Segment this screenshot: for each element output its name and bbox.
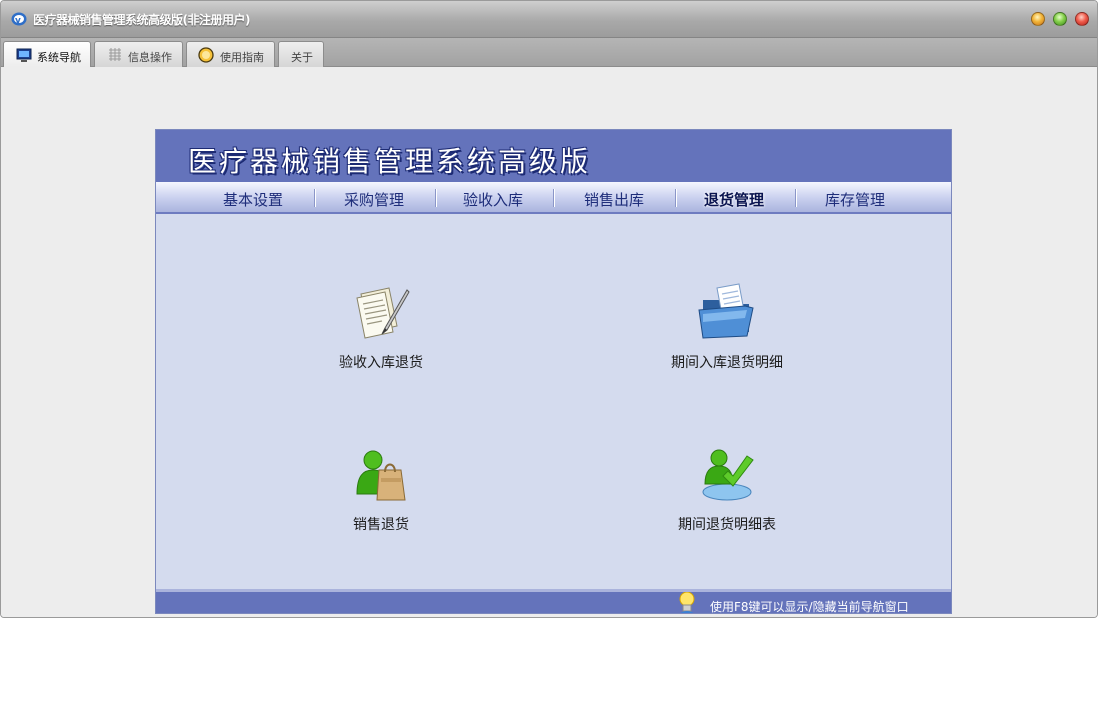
title-bar[interactable]: y 医疗器械销售管理系统高级版(非注册用户) xyxy=(1,1,1097,38)
tab-label: 信息操作 xyxy=(128,51,172,64)
menu-item-returns[interactable]: 退货管理 xyxy=(704,189,764,210)
navigation-panel: 医疗器械销售管理系统高级版 基本设置 采购管理 验收入库 销售出库 退货管理 库… xyxy=(155,129,952,614)
nav-period-return-detail[interactable]: 期间退货明细表 xyxy=(627,442,827,534)
tab-system-navigation[interactable]: 系统导航 xyxy=(3,41,91,68)
footer-bar: 使用F8键可以显示/隐藏当前导航窗口 xyxy=(156,589,951,614)
window-title: 医疗器械销售管理系统高级版(非注册用户) xyxy=(33,13,250,27)
tab-user-guide[interactable]: 使用指南 xyxy=(186,41,275,67)
document-pen-icon xyxy=(356,287,410,339)
menu-separator xyxy=(314,189,316,207)
nav-receiving-return[interactable]: 验收入库退货 xyxy=(281,280,481,372)
tab-about[interactable]: 关于 xyxy=(278,41,324,67)
menu-item-basic-settings[interactable]: 基本设置 xyxy=(223,189,283,210)
nav-period-receiving-return-detail[interactable]: 期间入库退货明细 xyxy=(627,280,827,372)
app-logo-icon: y xyxy=(11,12,27,26)
help-icon xyxy=(198,47,214,63)
minimize-button[interactable] xyxy=(1031,12,1045,26)
menu-separator xyxy=(675,189,677,207)
menu-separator xyxy=(435,189,437,207)
banner-title: 医疗器械销售管理系统高级版 xyxy=(188,145,592,178)
module-menu-bar: 基本设置 采购管理 验收入库 销售出库 退货管理 库存管理 xyxy=(156,182,951,214)
tab-bar: 系统导航 信息操作 使用指南 关于 xyxy=(1,38,1097,68)
tab-label: 使用指南 xyxy=(220,51,264,64)
menu-item-inventory[interactable]: 库存管理 xyxy=(825,189,885,210)
nav-sales-return[interactable]: 销售退货 xyxy=(281,442,481,534)
app-window: y 医疗器械销售管理系统高级版(非注册用户) 系统导航 信息操作 使用指南 关于… xyxy=(0,0,1098,618)
menu-separator xyxy=(795,189,797,207)
menu-item-purchase[interactable]: 采购管理 xyxy=(344,189,404,210)
open-folder-icon xyxy=(698,283,754,339)
menu-item-sales[interactable]: 销售出库 xyxy=(584,189,644,210)
nav-item-label: 验收入库退货 xyxy=(339,355,423,371)
tab-info-operations[interactable]: 信息操作 xyxy=(94,41,183,67)
svg-text:y: y xyxy=(15,16,21,26)
close-button[interactable] xyxy=(1075,12,1089,26)
menu-separator xyxy=(553,189,555,207)
grid-icon xyxy=(109,48,121,61)
footer-hint: 使用F8键可以显示/隐藏当前导航窗口 xyxy=(710,600,909,614)
monitor-icon xyxy=(16,48,32,62)
user-shopping-bag-icon xyxy=(356,450,406,501)
nav-item-label: 期间入库退货明细 xyxy=(671,355,783,371)
lightbulb-icon xyxy=(679,592,695,613)
banner: 医疗器械销售管理系统高级版 xyxy=(156,130,951,182)
user-checkmark-icon xyxy=(702,449,754,501)
menu-item-receiving[interactable]: 验收入库 xyxy=(463,189,523,210)
tab-label: 关于 xyxy=(291,51,313,64)
nav-item-label: 期间退货明细表 xyxy=(678,517,776,533)
nav-item-label: 销售退货 xyxy=(353,517,409,533)
maximize-button[interactable] xyxy=(1053,12,1067,26)
main-content: 医疗器械销售管理系统高级版 基本设置 采购管理 验收入库 销售出库 退货管理 库… xyxy=(1,67,1097,617)
tab-label: 系统导航 xyxy=(37,51,81,64)
